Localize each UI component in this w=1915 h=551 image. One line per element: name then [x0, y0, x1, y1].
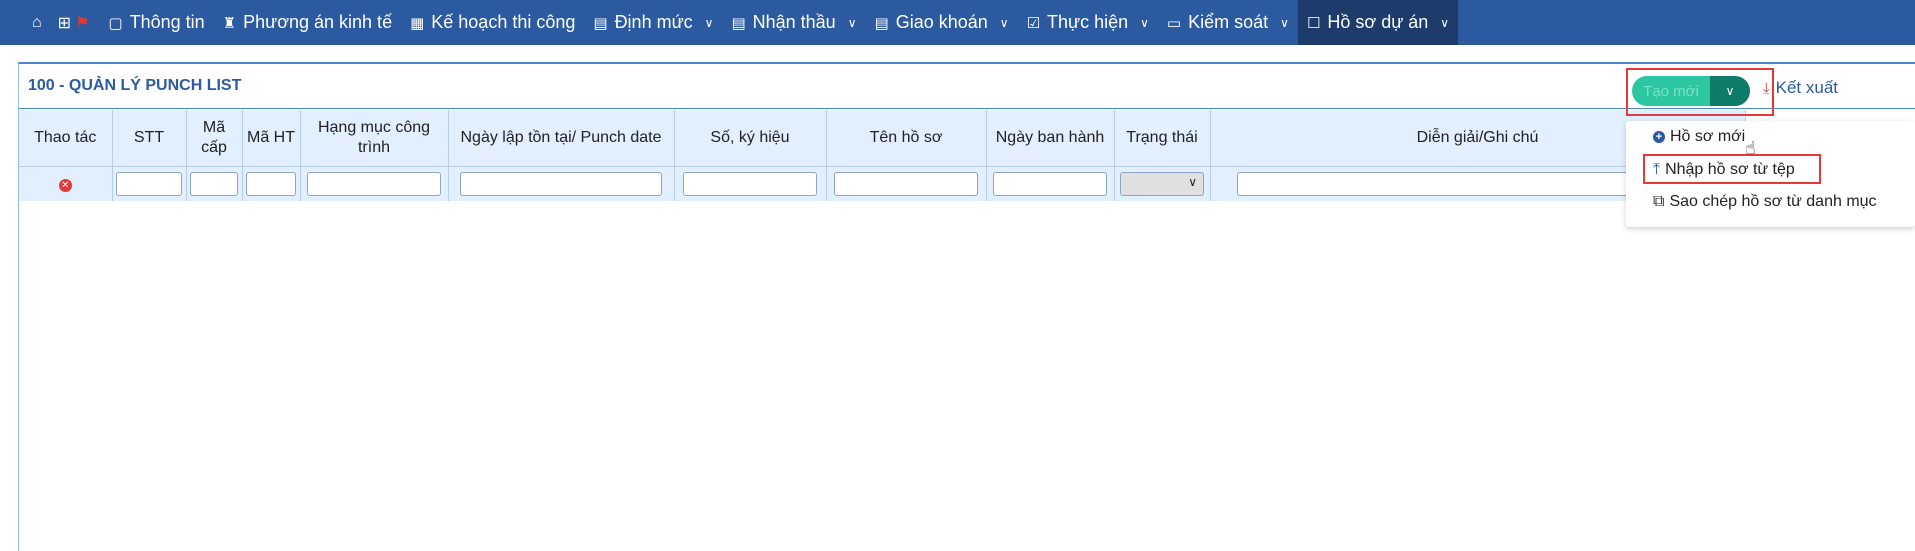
filter-cell: [674, 166, 827, 201]
highlight-box: [1643, 154, 1821, 184]
nav-ke-hoach-thi-cong[interactable]: ▦ Kế hoạch thi công: [401, 0, 584, 45]
filter-cell: [112, 166, 187, 201]
nav-label: Phương án kinh tế: [243, 12, 393, 32]
calendar-icon: ▦: [410, 14, 425, 32]
filter-punch-date-input[interactable]: [460, 172, 662, 196]
download-icon: ⤓: [1763, 79, 1770, 97]
flag-icon[interactable]: ⚑: [75, 0, 99, 45]
menu-item-copy-from-catalog[interactable]: ⧉ Sao chép hồ sơ từ danh mục: [1653, 193, 1877, 211]
top-navbar: ⌂ ⊞ ⚑ ▢ Thông tin ♜ Phương án kinh tế ▦ …: [0, 0, 1915, 45]
chevron-down-icon: ∨: [1140, 15, 1149, 30]
filter-trang-thai-select[interactable]: ∨: [1120, 172, 1204, 196]
filter-cell: ∨: [1114, 166, 1211, 201]
monitor-icon: ▭: [1166, 14, 1182, 32]
clipboard-icon: ☐: [1306, 14, 1321, 32]
filter-cell: [300, 166, 449, 201]
nav-ho-so-du-an[interactable]: ☐ Hồ sơ dự án ∨: [1297, 0, 1459, 45]
nav-label: Kế hoạch thi công: [431, 12, 576, 32]
nav-label: Thực hiện: [1047, 12, 1129, 32]
filter-ma-cap-input[interactable]: [190, 172, 238, 196]
menu-item-new-record[interactable]: + Hồ sơ mới: [1653, 128, 1745, 146]
checklist-icon: ☑: [1026, 14, 1041, 32]
bag-icon: ♜: [222, 14, 237, 32]
menu-item-label: Hồ sơ mới: [1670, 128, 1746, 145]
col-ma-ht[interactable]: Mã HT: [242, 110, 301, 167]
col-so-ky-hieu[interactable]: Số, ký hiệu: [674, 110, 827, 167]
col-hang-muc[interactable]: Hạng mục công trình: [300, 110, 449, 167]
table-header-row: Thao tác STT Mã cấp Mã HT Hạng mục công …: [19, 110, 1746, 167]
highlight-box: [1626, 68, 1774, 116]
window-icon: ▢: [108, 14, 123, 32]
home-icon[interactable]: ⌂: [0, 0, 54, 45]
plus-circle-icon: +: [1653, 131, 1665, 143]
filter-ngay-ban-hanh-input[interactable]: [993, 172, 1107, 196]
col-punch-date[interactable]: Ngày lập tồn tại/ Punch date: [448, 110, 675, 167]
nav-label: Thông tin: [129, 12, 205, 32]
nav-phuong-an-kinh-te[interactable]: ♜ Phương án kinh tế: [214, 0, 401, 45]
filter-cell: [986, 166, 1115, 201]
nav-giao-khoan[interactable]: ▤ Giao khoán ∨: [866, 0, 1018, 45]
page-title: 100 - QUẢN LÝ PUNCH LIST: [28, 77, 242, 94]
document-icon: ▤: [874, 14, 889, 32]
col-ten-ho-so[interactable]: Tên hồ sơ: [826, 110, 987, 167]
clear-filter-icon[interactable]: ✕: [58, 179, 72, 192]
nav-label: Định mức: [614, 12, 693, 32]
filter-cell: [242, 166, 301, 201]
document-icon: ▤: [731, 14, 746, 32]
filter-row: ✕ ∨: [19, 166, 1746, 201]
nav-thuc-hien[interactable]: ☑ Thực hiện ∨: [1018, 0, 1158, 45]
chevron-down-icon: ∨: [847, 15, 857, 30]
nav-label: Giao khoán: [895, 12, 988, 32]
col-thao-tac[interactable]: Thao tác: [19, 110, 113, 167]
col-stt[interactable]: STT: [112, 110, 187, 167]
punch-list-table: Thao tác STT Mã cấp Mã HT Hạng mục công …: [19, 110, 1746, 201]
clear-filter-cell: ✕: [19, 166, 113, 201]
filter-cell: [826, 166, 987, 201]
nav-label: Nhận thầu: [752, 12, 836, 32]
grid-plus-icon[interactable]: ⊞: [54, 0, 75, 45]
filter-ten-ho-so-input[interactable]: [834, 172, 978, 196]
export-button[interactable]: ⤓ Kết xuất: [1763, 78, 1838, 98]
col-ngay-ban-hanh[interactable]: Ngày ban hành: [986, 110, 1115, 167]
filter-cell: [186, 166, 243, 201]
filter-cell: [448, 166, 675, 201]
nav-label: Kiểm soát: [1188, 12, 1269, 32]
export-label: Kết xuất: [1775, 78, 1839, 97]
copy-icon: ⧉: [1653, 193, 1665, 210]
chevron-down-icon: ∨: [704, 15, 714, 30]
filter-stt-input[interactable]: [116, 172, 182, 196]
filter-hang-muc-input[interactable]: [307, 172, 441, 196]
nav-thong-tin[interactable]: ▢ Thông tin: [99, 0, 213, 45]
chevron-down-icon: ∨: [1280, 15, 1289, 30]
nav-nhan-thau[interactable]: ▤ Nhận thầu ∨: [722, 0, 865, 45]
col-trang-thai[interactable]: Trạng thái: [1114, 110, 1211, 167]
nav-label: Hồ sơ dự án: [1327, 12, 1429, 32]
filter-ma-ht-input[interactable]: [246, 172, 296, 196]
hand-cursor-icon: ☝: [1745, 138, 1756, 158]
menu-item-label: Sao chép hồ sơ từ danh mục: [1669, 193, 1877, 210]
document-icon: ▤: [593, 14, 608, 32]
col-ma-cap[interactable]: Mã cấp: [186, 110, 243, 167]
chevron-down-icon: ∨: [1440, 15, 1450, 30]
filter-so-ky-hieu-input[interactable]: [683, 172, 817, 196]
chevron-down-icon: ∨: [999, 15, 1009, 30]
nav-kiem-soat[interactable]: ▭ Kiểm soát ∨: [1158, 0, 1298, 45]
chevron-down-icon: ∨: [1188, 175, 1197, 189]
nav-dinh-muc[interactable]: ▤ Định mức ∨: [584, 0, 722, 45]
